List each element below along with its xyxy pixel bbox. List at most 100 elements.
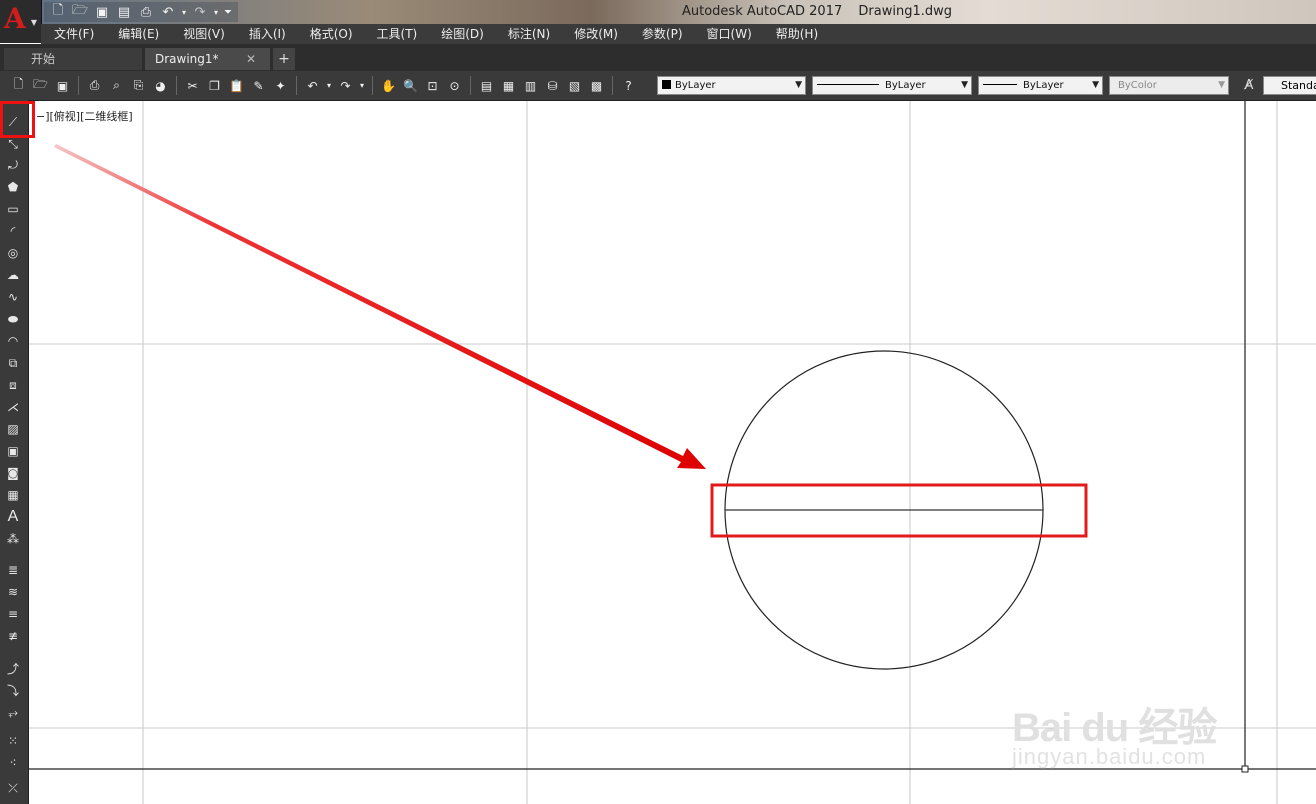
markup-icon[interactable]: ▧ [565, 76, 584, 95]
ungroup-icon[interactable]: ⁖ [3, 753, 23, 773]
menu-tools[interactable]: 工具(T) [364, 24, 429, 44]
tab-start[interactable]: 开始 [4, 48, 142, 70]
chevron-down-icon: ▼ [961, 80, 968, 90]
toolbar-divider [296, 76, 297, 95]
menu-file[interactable]: 文件(F) [41, 24, 105, 44]
plot-icon[interactable]: ⎙ [136, 3, 156, 21]
multiline-text-icon[interactable]: A [3, 507, 23, 527]
layer-isolate-icon[interactable]: ≋ [3, 582, 23, 602]
linetype-value: ByLayer [885, 80, 926, 91]
gradient-icon[interactable]: ▣ [3, 441, 23, 461]
undo-dropdown-icon[interactable]: ▾ [325, 76, 333, 95]
lineweight-dropdown[interactable]: ByLayer ▼ [978, 76, 1103, 95]
redo-icon[interactable]: ↷ [190, 3, 210, 21]
calculator-icon[interactable]: ▩ [587, 76, 606, 95]
ellipse-arc-icon[interactable]: ◠ [3, 331, 23, 351]
redo-dropdown-icon[interactable]: ▾ [358, 76, 366, 95]
spline-icon[interactable]: ∿ [3, 287, 23, 307]
layer-merge-icon[interactable]: ≢ [3, 626, 23, 646]
revision-cloud-icon[interactable]: ☁ [3, 265, 23, 285]
zoom-window-icon[interactable]: ⊡ [423, 76, 442, 95]
color-dropdown[interactable]: ByLayer ▼ [657, 76, 806, 95]
menu-help[interactable]: 帮助(H) [763, 24, 829, 44]
3d-print-icon[interactable]: ◕ [151, 76, 170, 95]
insert-block-icon[interactable]: ⧉ [3, 353, 23, 373]
menu-window[interactable]: 窗口(W) [694, 24, 763, 44]
lineweight-sample-icon [983, 84, 1017, 85]
menu-view[interactable]: 视图(V) [170, 24, 236, 44]
new-tab-button[interactable]: + [273, 48, 295, 70]
linetype-dropdown[interactable]: ByLayer ▼ [812, 76, 972, 95]
menu-modify[interactable]: 修改(M) [561, 24, 629, 44]
open-icon[interactable]: 🗁 [31, 76, 50, 95]
point-icon[interactable]: ⋌ [3, 397, 23, 417]
polyline-icon[interactable]: ⤾ [3, 155, 23, 175]
tool-palettes-icon[interactable]: ▥ [521, 76, 540, 95]
pan-icon[interactable]: ✋ [379, 76, 398, 95]
viewport-controls-label[interactable]: −][俯视][二维线框] [36, 108, 133, 124]
menu-format[interactable]: 格式(O) [297, 24, 364, 44]
edit-hatch-icon[interactable]: ⥅ [3, 702, 23, 722]
color-swatch-icon [662, 80, 671, 89]
save-icon[interactable]: ▣ [92, 3, 112, 21]
region-icon[interactable]: ◙ [3, 463, 23, 483]
table-icon[interactable]: ▦ [3, 485, 23, 505]
file-tab-bar: 开始 Drawing1* ✕ + [0, 44, 1316, 71]
menu-draw[interactable]: 绘图(D) [428, 24, 495, 44]
polygon-icon[interactable]: ⬟ [3, 177, 23, 197]
app-name: Autodesk AutoCAD 2017 [682, 4, 843, 19]
zoom-previous-icon[interactable]: ⊙ [445, 76, 464, 95]
tab-drawing1[interactable]: Drawing1* ✕ [145, 48, 270, 70]
layer-walk-icon[interactable]: ≡ [3, 604, 23, 624]
new-icon[interactable]: 🗋 [9, 76, 28, 95]
make-block-icon[interactable]: ⧈ [3, 375, 23, 395]
layer-states-icon[interactable]: ≣ [3, 560, 23, 580]
menu-dimension[interactable]: 标注(N) [495, 24, 561, 44]
rectangle-icon[interactable]: ▭ [3, 199, 23, 219]
group-icon[interactable]: ⁙ [3, 731, 23, 751]
redo-dropdown-icon[interactable]: ▾ [212, 3, 220, 21]
sheet-set-icon[interactable]: ⛁ [543, 76, 562, 95]
copy-icon[interactable]: ❐ [205, 76, 224, 95]
block-editor-icon[interactable]: ✦ [271, 76, 290, 95]
group-edit-icon[interactable]: ⤫ [3, 778, 23, 798]
plot-preview-icon[interactable]: ⌕ [107, 76, 126, 95]
application-menu-button[interactable]: A ▼ [0, 0, 42, 43]
customize-icon[interactable]: ⏷ [222, 3, 234, 21]
undo-icon[interactable]: ↶ [303, 76, 322, 95]
text-style-icon[interactable]: A̸ [1237, 75, 1261, 96]
edit-spline-icon[interactable]: ⤵ [3, 680, 23, 700]
open-icon[interactable]: 🗁 [70, 3, 90, 21]
save-as-icon[interactable]: ▤ [114, 3, 134, 21]
plot-icon[interactable]: ⎙ [85, 76, 104, 95]
match-properties-icon[interactable]: ✎ [249, 76, 268, 95]
design-center-icon[interactable]: ▦ [499, 76, 518, 95]
publish-icon[interactable]: ⎘ [129, 76, 148, 95]
toolbar-divider [612, 76, 613, 95]
edit-polyline-icon[interactable]: ⤴ [3, 658, 23, 678]
save-icon[interactable]: ▣ [53, 76, 72, 95]
undo-icon[interactable]: ↶ [158, 3, 178, 21]
menu-edit[interactable]: 编辑(E) [105, 24, 170, 44]
ellipse-icon[interactable]: ⬬ [3, 309, 23, 329]
new-icon[interactable]: 🗋 [48, 3, 68, 21]
zoom-realtime-icon[interactable]: 🔍 [401, 76, 420, 95]
draw-toolbar: ⟋ ⤡ ⤾ ⬟ ▭ ◜ ◎ ☁ ∿ ⬬ ◠ ⧉ ⧈ ⋌ ▨ ▣ ◙ ▦ A ⁂ … [0, 100, 29, 804]
hatch-icon[interactable]: ▨ [3, 419, 23, 439]
text-style-dropdown[interactable]: Standa [1263, 76, 1316, 95]
close-icon[interactable]: ✕ [246, 48, 256, 70]
chevron-down-icon: ▼ [1218, 80, 1225, 90]
grip-point[interactable] [1241, 765, 1249, 773]
help-icon[interactable]: ? [619, 76, 638, 95]
circle-icon[interactable]: ◎ [3, 243, 23, 263]
menu-parametric[interactable]: 参数(P) [629, 24, 694, 44]
line-tool-highlight-box [0, 101, 35, 138]
properties-icon[interactable]: ▤ [477, 76, 496, 95]
paste-icon[interactable]: 📋 [227, 76, 246, 95]
arc-icon[interactable]: ◜ [3, 221, 23, 241]
menu-insert[interactable]: 插入(I) [236, 24, 297, 44]
redo-icon[interactable]: ↷ [336, 76, 355, 95]
cut-icon[interactable]: ✂ [183, 76, 202, 95]
add-selected-icon[interactable]: ⁂ [3, 529, 23, 549]
undo-dropdown-icon[interactable]: ▾ [180, 3, 188, 21]
